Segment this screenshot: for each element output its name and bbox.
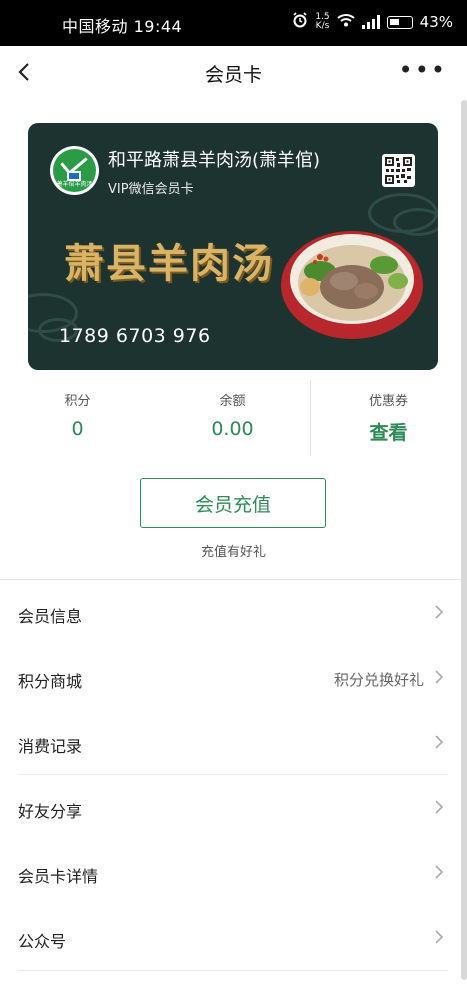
stats-row: 积分 0 余额 0.00 优惠券 查看	[0, 380, 467, 456]
menu-list: 会员信息 积分商城 积分兑换好礼 消费记录 好友分享 会员卡详情 公众号	[0, 580, 462, 970]
menu-item-label: 会员卡详情	[18, 867, 99, 886]
nav-bar: 会员卡 •••	[0, 46, 467, 100]
page-title: 会员卡	[204, 64, 262, 86]
coupons-stat[interactable]: 优惠券 查看	[311, 380, 466, 456]
menu-item-label: 好友分享	[18, 802, 83, 821]
store-logo: 萧羊倌羊肉汤	[50, 146, 99, 195]
status-icons: 1.5 K/s 43%	[292, 12, 453, 32]
signal-icon	[361, 15, 380, 29]
membership-card[interactable]: 萧羊倌羊肉汤 和平路萧县羊肉汤(萧羊倌) VIP微信会员卡 萧县羊肉汤 1789…	[28, 123, 438, 370]
chevron-right-icon	[435, 800, 444, 814]
card-number: 1789 6703 976	[59, 325, 211, 347]
menu-item-label: 消费记录	[18, 737, 83, 756]
battery-percent: 43%	[419, 13, 453, 31]
recharge-button[interactable]: 会员充值	[140, 478, 326, 528]
points-label: 积分	[64, 394, 91, 409]
chevron-right-icon	[435, 930, 444, 944]
status-bar: 中国移动 19:44 1.5 K/s 43%	[0, 0, 467, 46]
logo-text: 萧羊倌羊肉汤	[56, 181, 93, 188]
menu-item-label: 会员信息	[18, 607, 83, 626]
store-name: 和平路萧县羊肉汤(萧羊倌)	[108, 150, 321, 171]
more-options-button[interactable]: •••	[399, 58, 447, 82]
balance-label: 余额	[219, 394, 246, 409]
card-type-label: VIP微信会员卡	[108, 182, 194, 197]
recharge-tip: 充值有好礼	[200, 545, 266, 560]
menu-item-card-details[interactable]: 会员卡详情	[0, 840, 462, 905]
menu-item-label: 积分商城	[18, 672, 83, 691]
card-headline: 萧县羊肉汤	[64, 241, 274, 287]
menu-item-extra: 积分兑换好礼	[333, 671, 424, 689]
menu-item-member-info[interactable]: 会员信息	[0, 580, 462, 645]
wifi-icon	[336, 13, 355, 31]
qr-code-icon[interactable]	[382, 154, 415, 187]
coupons-label: 优惠券	[368, 394, 408, 409]
balance-value: 0.00	[211, 418, 254, 440]
bottom-divider	[18, 970, 448, 971]
menu-item-official-account[interactable]: 公众号	[0, 905, 462, 970]
menu-item-share-friends[interactable]: 好友分享	[0, 775, 462, 840]
battery-icon	[386, 15, 413, 29]
balance-stat[interactable]: 余额 0.00	[155, 380, 310, 456]
points-stat[interactable]: 积分 0	[0, 380, 155, 456]
net-speed-unit: K/s	[315, 21, 330, 31]
menu-item-points-mall[interactable]: 积分商城 积分兑换好礼	[0, 645, 462, 710]
chevron-right-icon	[435, 735, 444, 749]
points-value: 0	[71, 418, 84, 440]
chevron-right-icon	[435, 865, 444, 879]
soup-bowl-image	[281, 231, 423, 339]
menu-item-purchase-history[interactable]: 消费记录	[0, 710, 462, 775]
coupons-view-link[interactable]: 查看	[311, 418, 466, 445]
chevron-right-icon	[435, 605, 444, 619]
menu-item-label: 公众号	[18, 932, 67, 951]
carrier-time: 中国移动 19:44	[62, 17, 183, 36]
net-speed: 1.5 K/s	[315, 13, 329, 31]
alarm-icon	[292, 12, 308, 32]
chevron-right-icon	[435, 670, 444, 684]
